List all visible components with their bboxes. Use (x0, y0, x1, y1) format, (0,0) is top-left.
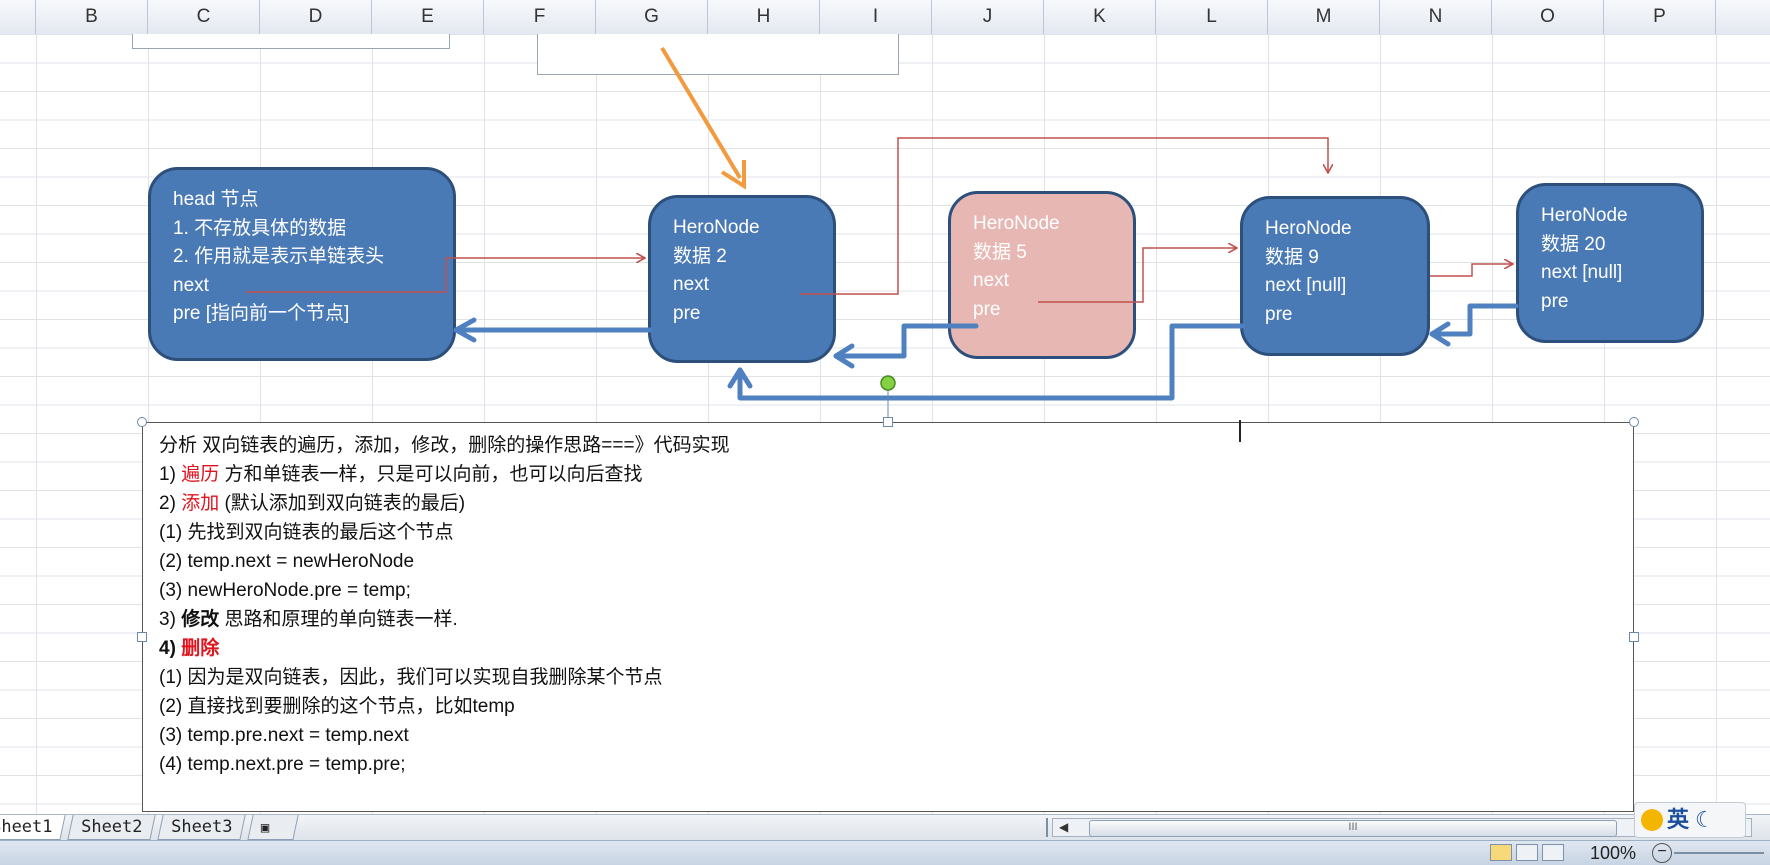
tab-sheet2[interactable]: Sheet2 (67, 815, 157, 840)
column-header-c[interactable]: C (148, 0, 260, 34)
horizontal-scroll-thumb[interactable]: III (1089, 820, 1617, 837)
column-header-b[interactable]: B (36, 0, 148, 34)
column-header-o[interactable]: O (1492, 0, 1604, 34)
textbox-traverse-keyword: 遍历 (181, 464, 220, 485)
column-header-k[interactable]: K (1044, 0, 1156, 34)
head-node-next: next (173, 274, 209, 296)
hero-node-9-title: HeroNode (1265, 218, 1352, 239)
textbox-line-delete-step2: (2) 直接找到要删除的这个节点，比如temp (159, 696, 515, 717)
partial-shape-top-left[interactable] (132, 34, 450, 49)
textbox-line-delete: 4) 删除 (159, 634, 1617, 663)
textbox-line-delete-prefix: 4) (159, 638, 182, 659)
page-layout-view-button[interactable] (1516, 844, 1538, 861)
hero-node-9-next: next [null] (1265, 275, 1347, 296)
column-header-g[interactable]: G (596, 0, 708, 34)
textbox-line-traverse-rest: 方和单链表一样，只是可以向前，也可以向后查找 (219, 464, 643, 485)
hero-node-20-next: next [null] (1541, 262, 1623, 283)
hero-node-2-next: next (673, 274, 709, 295)
normal-view-button[interactable] (1490, 844, 1512, 861)
resize-handle-middle-right[interactable] (1629, 632, 1639, 642)
textbox-line-delete-step4: (4) temp.next.pre = temp.pre; (159, 754, 406, 775)
tab-sheet3-label: Sheet3 (171, 817, 233, 837)
head-node-pre: pre [指向前一个节点] (173, 303, 350, 324)
column-header-f[interactable]: F (484, 0, 596, 34)
textbox-line-add-rest: (默认添加到双向链表的最后) (219, 493, 466, 514)
resize-handle-top-left[interactable] (137, 417, 147, 427)
hero-node-5-pre: pre (973, 298, 1001, 320)
hero-node-5[interactable]: HeroNode 数据 5 next pre (948, 191, 1136, 359)
hero-node-9-data: 数据 9 (1265, 246, 1319, 268)
ime-language-label: 英 (1667, 807, 1690, 832)
analysis-text-box[interactable]: 分析 双向链表的遍历，添加，修改，删除的操作思路===》代码实现 1) 遍历 方… (142, 422, 1634, 812)
partial-shape-top-middle[interactable] (537, 34, 899, 75)
zoom-slider[interactable] (1674, 852, 1764, 854)
hero-node-20-pre: pre (1541, 290, 1569, 312)
head-node-line1: 1. 不存放具体的数据 (173, 217, 347, 239)
textbox-line-add-step2: (2) temp.next = newHeroNode (159, 551, 415, 572)
tab-sheet1[interactable]: Sheet1 (0, 815, 67, 840)
column-header-bar: B C D E F G H I J K L M N O P (0, 0, 1770, 35)
hero-node-20-title: HeroNode (1541, 205, 1628, 226)
hero-node-5-data: 数据 5 (973, 241, 1027, 263)
textbox-line-modify-rest: 思路和原理的单向链表一样. (219, 609, 458, 630)
ime-logo-icon (1641, 809, 1663, 831)
zoom-out-icon[interactable]: − (1652, 843, 1672, 863)
textbox-line-traverse-prefix: 1) (159, 464, 182, 485)
textbox-line-modify: 3) 修改 思路和原理的单向链表一样. (159, 605, 1617, 634)
page-break-view-button[interactable] (1542, 844, 1564, 861)
textbox-add-keyword: 添加 (181, 493, 220, 514)
column-header-partial-right[interactable] (1716, 0, 1770, 34)
head-node-title: head 节点 (173, 189, 259, 210)
resize-handle-top-center[interactable] (883, 417, 893, 427)
textbox-line-add-step3: (3) newHeroNode.pre = temp; (159, 580, 411, 601)
hero-node-5-title: HeroNode (973, 213, 1060, 234)
hero-node-20-data: 数据 20 (1541, 233, 1606, 255)
scroll-left-icon[interactable]: ◀ (1059, 820, 1068, 834)
column-header-j[interactable]: J (932, 0, 1044, 34)
ime-moon-icon: ☾ (1695, 807, 1715, 832)
textbox-line-add-step1: (1) 先找到双向链表的最后这个节点 (159, 522, 454, 543)
tab-sheet2-label: Sheet2 (81, 817, 143, 837)
column-header-p[interactable]: P (1604, 0, 1716, 34)
status-bar: 100% − (0, 840, 1770, 865)
textbox-heading: 分析 双向链表的遍历，添加，修改，删除的操作思路===》代码实现 (159, 435, 730, 456)
zoom-level[interactable]: 100% (1590, 841, 1636, 865)
column-header-partial[interactable] (0, 0, 36, 34)
insert-sheet-tab[interactable]: ▣ (247, 815, 299, 840)
column-header-h[interactable]: H (708, 0, 820, 34)
textbox-line-traverse: 1) 遍历 方和单链表一样，只是可以向前，也可以向后查找 (159, 460, 1617, 489)
column-header-e[interactable]: E (372, 0, 484, 34)
textbox-line-delete-step1: (1) 因为是双向链表，因此，我们可以实现自我删除某个节点 (159, 667, 663, 688)
sheet-tab-bar: Sheet1 Sheet2 Sheet3 ▣ ◀ III (0, 814, 1770, 841)
hero-node-2[interactable]: HeroNode 数据 2 next pre (648, 195, 836, 363)
insert-sheet-icon: ▣ (260, 820, 270, 836)
textbox-line-add: 2) 添加 (默认添加到双向链表的最后) (159, 489, 1617, 518)
hero-node-20[interactable]: HeroNode 数据 20 next [null] pre (1516, 183, 1704, 343)
hero-node-2-title: HeroNode (673, 217, 760, 238)
column-header-l[interactable]: L (1156, 0, 1268, 34)
resize-handle-top-right[interactable] (1629, 417, 1639, 427)
resize-handle-middle-left[interactable] (137, 632, 147, 642)
hero-node-9[interactable]: HeroNode 数据 9 next [null] pre (1240, 196, 1430, 356)
hero-node-9-pre: pre (1265, 303, 1293, 325)
textbox-delete-keyword: 删除 (181, 638, 220, 659)
ime-toolbar[interactable]: 英 ☾ (1634, 802, 1746, 838)
tab-sheet1-label: Sheet1 (0, 817, 53, 837)
hero-node-2-pre: pre (673, 302, 701, 324)
column-header-m[interactable]: M (1268, 0, 1380, 34)
head-node-line2: 2. 作用就是表示单链表头 (173, 246, 385, 267)
textbox-modify-keyword: 修改 (181, 609, 220, 630)
textbox-line-modify-prefix: 3) (159, 609, 182, 630)
hero-node-2-data: 数据 2 (673, 245, 727, 267)
tab-sheet3[interactable]: Sheet3 (157, 815, 247, 840)
column-header-d[interactable]: D (260, 0, 372, 34)
i-beam-cursor-icon (1239, 420, 1251, 442)
hero-node-5-next: next (973, 270, 1009, 291)
textbox-line-delete-step3: (3) temp.pre.next = temp.next (159, 725, 409, 746)
head-node[interactable]: head 节点 1. 不存放具体的数据 2. 作用就是表示单链表头 next p… (148, 167, 456, 361)
column-header-n[interactable]: N (1380, 0, 1492, 34)
column-header-i[interactable]: I (820, 0, 932, 34)
textbox-line-add-prefix: 2) (159, 493, 182, 514)
